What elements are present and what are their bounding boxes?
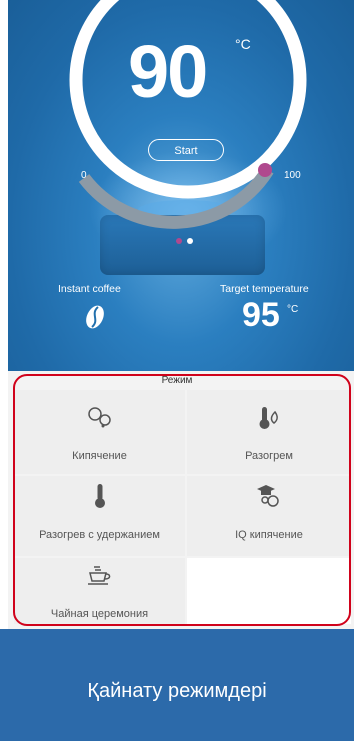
thermometer-icon bbox=[94, 484, 105, 508]
dial-knob[interactable] bbox=[258, 163, 272, 177]
mode-keep-warm[interactable]: Разогрев с удержанием bbox=[14, 476, 185, 556]
scale-max-label: 100 bbox=[284, 170, 301, 181]
target-temperature-label: Target temperature bbox=[220, 283, 309, 295]
mode-boil[interactable]: Кипячение bbox=[14, 390, 185, 474]
mode-heat[interactable]: Разогрем bbox=[187, 390, 351, 474]
mode-label: Чайная церемония bbox=[50, 608, 149, 620]
temperature-unit: °C bbox=[235, 36, 251, 52]
app-screen: 90 °C Start 0 100 Instant coffee Target … bbox=[0, 0, 354, 741]
page-dot-active[interactable] bbox=[176, 238, 182, 244]
instant-coffee-label: Instant coffee bbox=[58, 283, 121, 295]
mode-empty-cell bbox=[187, 558, 351, 624]
mode-label: Кипячение bbox=[72, 450, 127, 462]
target-temperature-value[interactable]: 95 bbox=[242, 298, 280, 332]
mode-label: Разогрев с удержанием bbox=[39, 529, 160, 541]
mode-label: Разогрем bbox=[245, 450, 293, 462]
mode-iq-boil[interactable]: IQ кипячение bbox=[187, 476, 351, 556]
mode-panel-title: Режим bbox=[161, 375, 193, 386]
scale-min-label: 0 bbox=[81, 170, 87, 181]
current-temperature: 90 bbox=[128, 30, 208, 113]
mode-label: IQ кипячение bbox=[235, 529, 303, 541]
bubbles-icon bbox=[87, 407, 111, 428]
graduation-bubbles-icon bbox=[257, 485, 279, 507]
page-dot[interactable] bbox=[187, 238, 193, 244]
coffee-bean-icon[interactable] bbox=[84, 304, 106, 330]
thermometer-flame-icon bbox=[259, 407, 278, 429]
mode-tea-ceremony[interactable]: Чайная церемония bbox=[14, 558, 185, 624]
footer-title: Қайнату режимдері bbox=[87, 680, 267, 702]
start-button[interactable]: Start bbox=[148, 139, 224, 161]
teapot-icon bbox=[87, 566, 110, 585]
target-temperature-unit: °C bbox=[287, 304, 299, 315]
